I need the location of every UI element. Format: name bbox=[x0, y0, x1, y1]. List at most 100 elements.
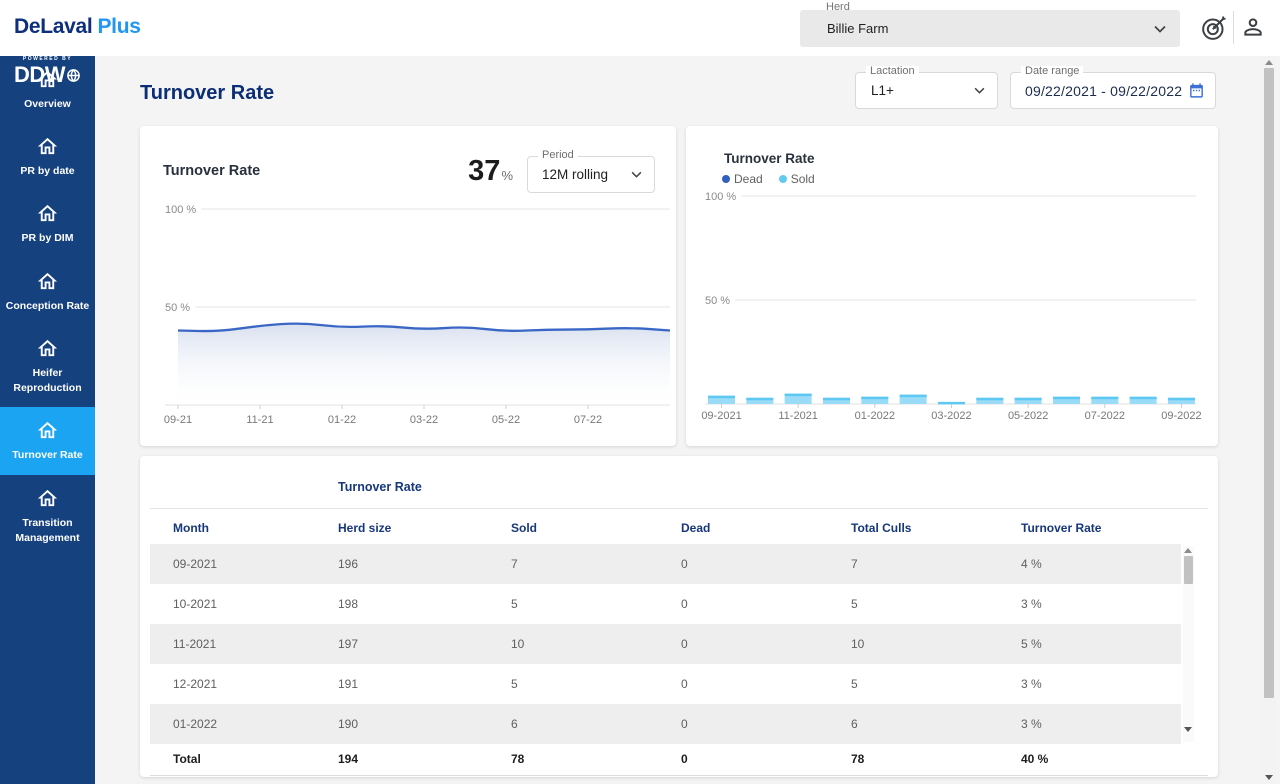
table-cell: 198 bbox=[338, 597, 511, 611]
lactation-label: Lactation bbox=[866, 66, 919, 77]
table-cell: 6 bbox=[851, 717, 1021, 731]
topbar: DeLavalPlus Herd Billie Farm bbox=[0, 0, 1280, 56]
date-range-value: 09/22/2021 - 09/22/2022 bbox=[1025, 83, 1188, 99]
chevron-down-icon bbox=[1154, 25, 1166, 33]
table-cell: 4 % bbox=[1021, 557, 1181, 571]
table-cell: 10 bbox=[511, 637, 681, 651]
account-icon[interactable] bbox=[1240, 14, 1266, 40]
table-header-row: MonthHerd sizeSoldDeadTotal CullsTurnove… bbox=[150, 512, 1181, 544]
total-cell: 78 bbox=[851, 752, 1021, 766]
svg-text:03-22: 03-22 bbox=[410, 414, 438, 426]
scrollbar-thumb[interactable] bbox=[1264, 68, 1274, 698]
date-range-input[interactable]: Date range 09/22/2021 - 09/22/2022 bbox=[1010, 72, 1216, 109]
svg-text:07-2022: 07-2022 bbox=[1085, 410, 1125, 422]
table-cell: 190 bbox=[338, 717, 511, 731]
app-logo[interactable]: DeLavalPlus bbox=[14, 15, 141, 39]
table-cell: 197 bbox=[338, 637, 511, 651]
table-cell: 5 bbox=[851, 597, 1021, 611]
column-header-herd-size[interactable]: Herd size bbox=[338, 521, 511, 535]
svg-text:50 %: 50 % bbox=[165, 302, 190, 314]
table-cell: 0 bbox=[681, 637, 851, 651]
table-cell: 7 bbox=[511, 557, 681, 571]
rolling-turnover-area-chart[interactable]: 100 %50 %09-2111-2101-2203-2205-2207-22 bbox=[140, 126, 676, 446]
ddw-logo: DDW bbox=[14, 62, 81, 88]
scroll-up-icon[interactable] bbox=[1184, 548, 1192, 553]
svg-text:50 %: 50 % bbox=[705, 295, 730, 307]
page-title: Turnover Rate bbox=[140, 82, 274, 105]
rolling-turnover-card: Turnover Rate 37 % Period 12M rolling 10… bbox=[140, 126, 676, 446]
svg-text:01-2022: 01-2022 bbox=[855, 410, 895, 422]
svg-text:05-2022: 05-2022 bbox=[1008, 410, 1048, 422]
table-row[interactable]: 12-20211915053 % bbox=[150, 664, 1181, 704]
table-cell: 10-2021 bbox=[173, 597, 338, 611]
svg-text:05-22: 05-22 bbox=[492, 414, 520, 426]
divider bbox=[150, 508, 1208, 509]
turnover-table-card: Turnover Rate MonthHerd sizeSoldDeadTota… bbox=[140, 456, 1218, 777]
calendar-icon[interactable] bbox=[1188, 82, 1205, 99]
svg-text:03-2022: 03-2022 bbox=[931, 410, 971, 422]
table-cell: 10 bbox=[851, 637, 1021, 651]
chevron-down-icon bbox=[974, 87, 985, 94]
table-cell: 191 bbox=[338, 677, 511, 691]
table-row[interactable]: 01-20221906063 % bbox=[150, 704, 1181, 744]
scrollbar-thumb[interactable] bbox=[1184, 556, 1193, 584]
total-cell: 0 bbox=[681, 752, 851, 766]
page-scrollbar[interactable] bbox=[1262, 56, 1276, 784]
table-cell: 0 bbox=[681, 557, 851, 571]
lactation-value: L1+ bbox=[871, 83, 974, 98]
table-cell: 01-2022 bbox=[173, 717, 338, 731]
divider bbox=[150, 775, 1208, 776]
svg-text:100 %: 100 % bbox=[165, 204, 196, 216]
svg-text:11-2021: 11-2021 bbox=[778, 410, 818, 422]
table-cell: 7 bbox=[851, 557, 1021, 571]
scroll-up-icon[interactable] bbox=[1265, 60, 1273, 65]
svg-text:09-2021: 09-2021 bbox=[701, 410, 741, 422]
table-cell: 12-2021 bbox=[173, 677, 338, 691]
herd-value: Billie Farm bbox=[827, 21, 1154, 36]
table-scrollbar[interactable] bbox=[1183, 546, 1194, 742]
table-cell: 3 % bbox=[1021, 677, 1181, 691]
herd-select[interactable]: Billie Farm bbox=[800, 10, 1180, 47]
table-row[interactable]: 09-20211967074 % bbox=[150, 544, 1181, 584]
table-cell: 6 bbox=[511, 717, 681, 731]
table-cell: 5 bbox=[511, 597, 681, 611]
lactation-select[interactable]: Lactation L1+ bbox=[855, 72, 998, 109]
table-cell: 5 % bbox=[1021, 637, 1181, 651]
table-cell: 5 bbox=[851, 677, 1021, 691]
sidebar-footer: POWERED BY DDW bbox=[0, 56, 95, 784]
ddw-label: DDW bbox=[14, 62, 65, 88]
total-cell: 40 % bbox=[1021, 752, 1181, 766]
globe-icon bbox=[66, 68, 81, 83]
goals-icon[interactable] bbox=[1200, 14, 1228, 42]
svg-text:100 %: 100 % bbox=[705, 191, 736, 203]
total-cell: Total bbox=[173, 752, 338, 766]
scroll-down-icon[interactable] bbox=[1265, 775, 1273, 780]
topbar-divider bbox=[1233, 11, 1234, 44]
monthly-turnover-bar-chart[interactable]: 100 % 50 % 09-2021 11-2021 01-2022 03-2022 05-… bbox=[686, 126, 1218, 446]
table-cell: 09-2021 bbox=[173, 557, 338, 571]
table-cell: 0 bbox=[681, 597, 851, 611]
table-cell: 3 % bbox=[1021, 717, 1181, 731]
table-cell: 196 bbox=[338, 557, 511, 571]
column-header-month[interactable]: Month bbox=[173, 521, 338, 535]
table-row[interactable]: 11-2021197100105 % bbox=[150, 624, 1181, 664]
table-row[interactable]: 10-20211985053 % bbox=[150, 584, 1181, 624]
svg-text:09-21: 09-21 bbox=[164, 414, 192, 426]
total-cell: 194 bbox=[338, 752, 511, 766]
table-cell: 0 bbox=[681, 717, 851, 731]
logo-plus: Plus bbox=[97, 15, 140, 38]
table-body: 09-20211967074 %10-20211985053 %11-20211… bbox=[150, 544, 1181, 744]
table-cell: 3 % bbox=[1021, 597, 1181, 611]
table-cell: 11-2021 bbox=[173, 637, 338, 651]
date-range-label: Date range bbox=[1021, 66, 1083, 77]
column-header-turnover-rate[interactable]: Turnover Rate bbox=[1021, 521, 1181, 535]
table-total-row: Total1947807840 % bbox=[150, 744, 1181, 774]
table-title: Turnover Rate bbox=[338, 480, 422, 494]
scroll-down-icon[interactable] bbox=[1184, 727, 1192, 732]
table-cell: 5 bbox=[511, 677, 681, 691]
column-header-total-culls[interactable]: Total Culls bbox=[851, 521, 1021, 535]
total-cell: 78 bbox=[511, 752, 681, 766]
column-header-sold[interactable]: Sold bbox=[511, 521, 681, 535]
svg-text:11-21: 11-21 bbox=[246, 414, 273, 426]
column-header-dead[interactable]: Dead bbox=[681, 521, 851, 535]
